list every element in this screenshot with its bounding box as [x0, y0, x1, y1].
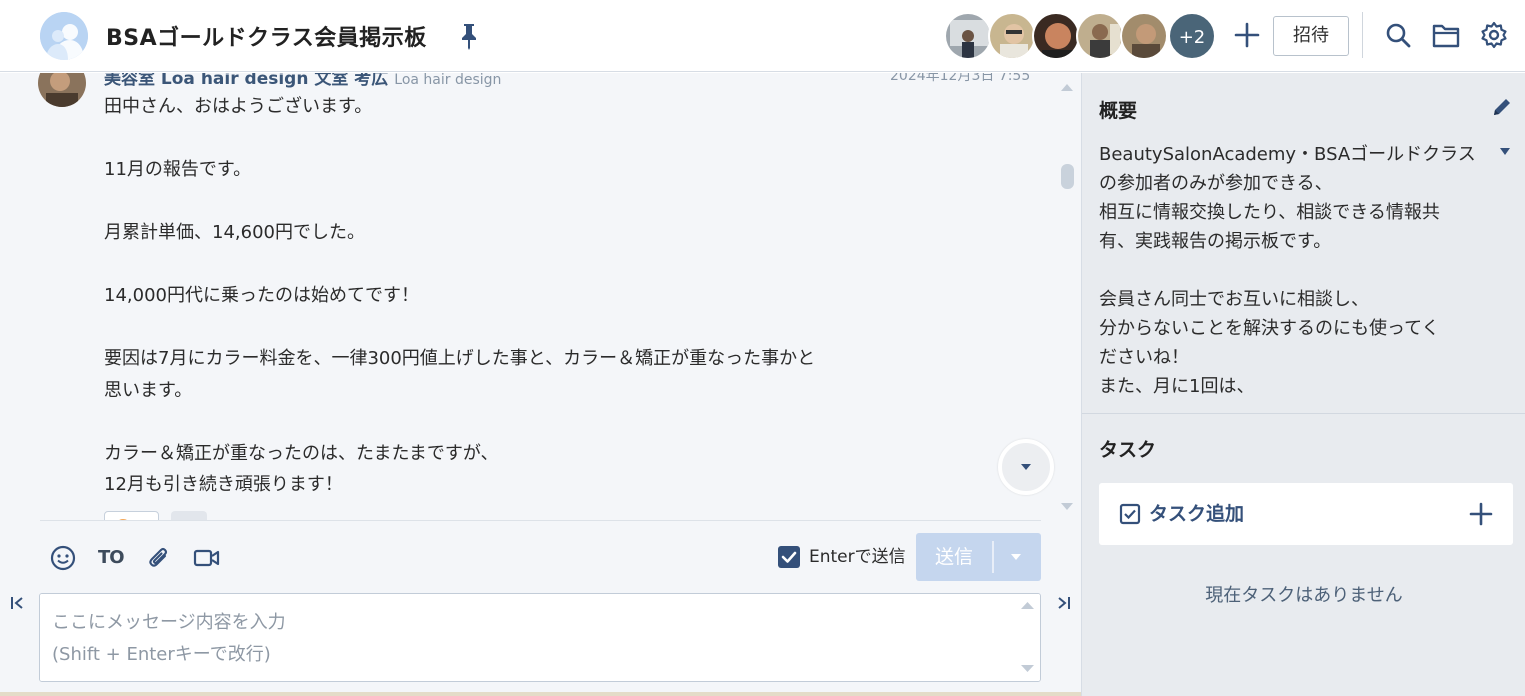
- message-line: 思います。: [104, 379, 193, 401]
- task-checkbox-icon: [1119, 503, 1141, 525]
- checkmark-icon: [781, 551, 797, 563]
- message-input[interactable]: [39, 593, 1041, 682]
- collapse-right-icon[interactable]: [1053, 594, 1071, 612]
- overview-line: 有、実践報告の掲示板です。: [1099, 231, 1332, 252]
- to-button[interactable]: TO: [98, 545, 125, 571]
- jump-to-latest-button[interactable]: [998, 439, 1054, 495]
- enter-to-send-label[interactable]: Enterで送信: [809, 545, 906, 569]
- send-label[interactable]: 送信: [916, 533, 992, 581]
- sender-avatar[interactable]: [38, 73, 86, 107]
- overview-line: また、月に1回は、: [1099, 376, 1255, 394]
- room-avatar-icon[interactable]: [40, 12, 88, 60]
- add-task-button[interactable]: タスク追加: [1099, 483, 1513, 545]
- member-avatar[interactable]: [988, 12, 1036, 60]
- panel-divider: [1082, 413, 1525, 414]
- send-button-divider: [992, 541, 994, 573]
- gear-icon[interactable]: [1480, 21, 1508, 49]
- chat-app: BSAゴールドクラス会員掲示板 +2 招待 美容室 Loa hair desig…: [0, 0, 1525, 696]
- enter-to-send-checkbox[interactable]: [778, 546, 800, 568]
- attach-file-icon[interactable]: [146, 545, 172, 571]
- message-timestamp: 2024年12月3日 7:55: [890, 73, 1031, 84]
- message-composer: TO Enterで送信 送信: [0, 520, 1081, 696]
- send-button[interactable]: 送信: [916, 533, 1041, 581]
- message-line: [104, 186, 964, 218]
- message-line: 月累計単価、14,600円でした。: [104, 222, 365, 243]
- overview-line: 分からないことを解決するのにも使ってく: [1099, 318, 1440, 339]
- video-call-icon[interactable]: [193, 545, 221, 571]
- overview-line: BeautySalonAcademy・BSAゴールドクラス: [1099, 144, 1476, 165]
- sender-name[interactable]: 美容室 Loa hair design 文室 考広: [104, 73, 388, 89]
- scrollbar-thumb[interactable]: [1061, 164, 1074, 189]
- overview-text: BeautySalonAcademy・BSAゴールドクラス の参加者のみが参加で…: [1099, 140, 1489, 394]
- room-title: BSAゴールドクラス会員掲示板: [106, 26, 427, 51]
- message-line: [104, 312, 964, 344]
- message-line: [104, 123, 964, 155]
- message-line: カラー＆矯正が重なったのは、たまたまですが、: [104, 442, 499, 464]
- overview-line: 会員さん同士でお互いに相談し、: [1099, 289, 1369, 310]
- member-avatar[interactable]: [1032, 12, 1080, 60]
- overview-line: の参加者のみが参加できる、: [1099, 173, 1333, 194]
- task-title: タスク: [1099, 439, 1157, 461]
- input-scroll-up-icon[interactable]: [1020, 600, 1035, 611]
- pin-icon[interactable]: [458, 22, 480, 50]
- header-divider: [1362, 12, 1363, 58]
- no-task-message: 現在タスクはありません: [1205, 585, 1403, 606]
- collapse-left-icon[interactable]: [10, 594, 28, 612]
- more-members-badge[interactable]: +2: [1168, 12, 1216, 60]
- edit-pencil-icon[interactable]: [1491, 96, 1513, 118]
- message-line: 11月の報告です。: [104, 159, 252, 180]
- overview-line: [1099, 256, 1489, 285]
- message-line: 要因は7月にカラー料金を、一律300円値上げした事と、カラー＆矯正が重なった事か…: [104, 348, 816, 369]
- sender-org: Loa hair design: [394, 73, 502, 88]
- member-avatar[interactable]: [1076, 12, 1124, 60]
- add-member-plus-icon[interactable]: [1234, 22, 1260, 48]
- search-icon[interactable]: [1385, 22, 1411, 48]
- overview-line: ださいね！: [1099, 347, 1189, 368]
- invite-button[interactable]: 招待: [1273, 16, 1349, 56]
- emoji-icon[interactable]: [50, 545, 76, 571]
- overview-title: 概要: [1099, 100, 1138, 122]
- add-task-label[interactable]: タスク追加: [1149, 499, 1244, 526]
- member-avatar[interactable]: [1120, 12, 1168, 60]
- message-line: 12月も引き続き頑張ります！: [104, 474, 343, 495]
- message-line: 田中さん、おはようございます。: [104, 96, 373, 117]
- expand-overview-caret-icon[interactable]: [1499, 147, 1511, 156]
- message-line: [104, 406, 964, 438]
- window-bottom-edge: [0, 692, 1081, 696]
- room-header: BSAゴールドクラス会員掲示板 +2 招待: [0, 0, 1525, 72]
- scroll-down-arrow-icon[interactable]: [1059, 501, 1075, 513]
- member-avatar[interactable]: [944, 12, 992, 60]
- message-sender[interactable]: 美容室 Loa hair design 文室 考広 Loa hair design: [104, 73, 501, 89]
- room-info-panel: 概要 BeautySalonAcademy・BSAゴールドクラス の参加者のみが…: [1081, 73, 1525, 696]
- message-line: 14,000円代に乗ったのは始めてです！: [104, 285, 419, 306]
- overview-line: 相互に情報交換したり、相談できる情報共: [1099, 202, 1440, 223]
- input-scroll-down-icon[interactable]: [1020, 663, 1035, 674]
- message-body: 田中さん、おはようございます。 11月の報告です。 月累計単価、14,600円で…: [104, 91, 964, 501]
- scroll-up-arrow-icon[interactable]: [1059, 81, 1075, 93]
- plus-icon[interactable]: [1469, 502, 1493, 526]
- message-line: [104, 249, 964, 281]
- composer-divider: [40, 520, 1041, 521]
- folder-icon[interactable]: [1432, 22, 1460, 48]
- chat-timeline[interactable]: 美容室 Loa hair design 文室 考広 Loa hair design…: [0, 73, 1081, 523]
- send-options-caret-icon[interactable]: [1010, 552, 1022, 562]
- chevron-down-icon: [1021, 464, 1031, 470]
